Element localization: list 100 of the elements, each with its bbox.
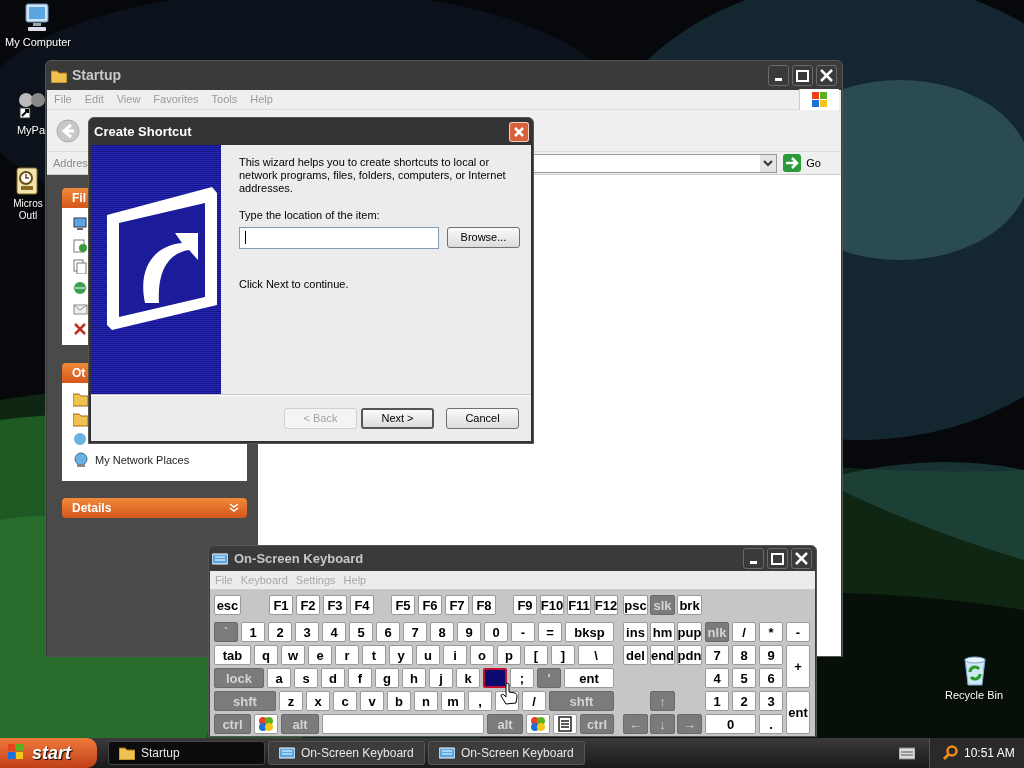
key[interactable]: F4	[350, 595, 374, 615]
key[interactable]: k	[456, 668, 480, 688]
key[interactable]: F3	[323, 595, 347, 615]
search-icon[interactable]	[942, 745, 958, 761]
taskbar-button[interactable]: Startup	[108, 741, 265, 765]
taskbar-button[interactable]: On-Screen Keyboard	[268, 741, 425, 765]
maximize-button[interactable]	[767, 548, 788, 569]
key[interactable]: end	[650, 645, 675, 665]
key[interactable]: [	[524, 645, 548, 665]
key[interactable]: p	[497, 645, 521, 665]
key[interactable]: u	[416, 645, 440, 665]
key[interactable]: 9	[457, 622, 481, 642]
key[interactable]: d	[321, 668, 345, 688]
key[interactable]: 4	[705, 668, 729, 688]
key[interactable]: 3	[759, 691, 783, 711]
minimize-button[interactable]	[768, 65, 789, 86]
close-button[interactable]	[791, 548, 812, 569]
key[interactable]: ;	[510, 668, 534, 688]
key[interactable]: 6	[376, 622, 400, 642]
key[interactable]: F2	[296, 595, 320, 615]
key[interactable]: psc	[623, 595, 648, 615]
key[interactable]: y	[389, 645, 413, 665]
key[interactable]: z	[279, 691, 303, 711]
key[interactable]: .	[759, 714, 783, 734]
key[interactable]: h	[402, 668, 426, 688]
minimize-button[interactable]	[743, 548, 764, 569]
taskbar-button[interactable]: On-Screen Keyboard	[428, 741, 585, 765]
key[interactable]: esc	[214, 595, 241, 615]
key[interactable]: 0	[484, 622, 508, 642]
key[interactable]: F12	[594, 595, 618, 615]
key[interactable]	[254, 714, 278, 734]
close-button[interactable]	[816, 65, 837, 86]
browse-button[interactable]: Browse...	[447, 227, 520, 248]
icon-label[interactable]: MyPa	[16, 122, 46, 139]
key[interactable]: F10	[540, 595, 564, 615]
key[interactable]: r	[335, 645, 359, 665]
dialog-button[interactable]: Next >	[361, 408, 434, 429]
key[interactable]: 8	[430, 622, 454, 642]
key[interactable]: 6	[759, 668, 783, 688]
key[interactable]: F8	[472, 595, 496, 615]
key[interactable]: pdn	[677, 645, 702, 665]
key[interactable]: 9	[759, 645, 783, 665]
key[interactable]: 2	[732, 691, 756, 711]
key[interactable]: 2	[268, 622, 292, 642]
key[interactable]: q	[254, 645, 278, 665]
key[interactable]: F7	[445, 595, 469, 615]
keyboard-icon[interactable]	[899, 746, 915, 760]
key[interactable]: ent	[786, 691, 810, 734]
key[interactable]: del	[623, 645, 648, 665]
icon-label[interactable]: Micros	[13, 198, 43, 210]
key[interactable]: 5	[732, 668, 756, 688]
key[interactable]: n	[414, 691, 438, 711]
key[interactable]: *	[759, 622, 783, 642]
go-button[interactable]: Go	[806, 154, 821, 172]
key[interactable]: v	[360, 691, 384, 711]
key[interactable]: 8	[732, 645, 756, 665]
key[interactable]: o	[470, 645, 494, 665]
key[interactable]: /	[522, 691, 546, 711]
key[interactable]: 1	[241, 622, 265, 642]
key[interactable]: 7	[403, 622, 427, 642]
program-icon[interactable]	[16, 90, 46, 122]
icon-label[interactable]: Recycle Bin	[944, 687, 1004, 704]
key[interactable]: ins	[623, 622, 648, 642]
key[interactable]: +	[786, 645, 810, 688]
key[interactable]: g	[375, 668, 399, 688]
key[interactable]: brk	[677, 595, 702, 615]
key[interactable]: t	[362, 645, 386, 665]
key[interactable]: F11	[567, 595, 591, 615]
key[interactable]: 0	[705, 714, 756, 734]
key[interactable]: 3	[295, 622, 319, 642]
start-button[interactable]: start	[0, 738, 97, 768]
panel-link[interactable]: My Network Places	[95, 452, 190, 469]
key[interactable]: b	[387, 691, 411, 711]
key[interactable]: -	[786, 622, 810, 642]
key[interactable]: =	[538, 622, 562, 642]
key[interactable]: a	[267, 668, 291, 688]
dialog-button[interactable]: Cancel	[446, 408, 519, 429]
key[interactable]: ,	[468, 691, 492, 711]
icon-label[interactable]: My Computer	[5, 34, 71, 51]
key[interactable]	[526, 714, 550, 734]
icon-label[interactable]: Outl	[18, 210, 38, 222]
key[interactable]: f	[348, 668, 372, 688]
key[interactable]: j	[429, 668, 453, 688]
key[interactable]: pup	[677, 622, 702, 642]
key[interactable]: hm	[650, 622, 675, 642]
key[interactable]: bksp	[565, 622, 614, 642]
key[interactable]: 4	[322, 622, 346, 642]
key[interactable]: F9	[513, 595, 537, 615]
key[interactable]: ]	[551, 645, 575, 665]
key[interactable]	[553, 714, 577, 734]
key[interactable]: i	[443, 645, 467, 665]
key[interactable]	[483, 668, 507, 688]
key[interactable]: s	[294, 668, 318, 688]
key[interactable]: -	[511, 622, 535, 642]
key[interactable]: e	[308, 645, 332, 665]
key[interactable]: F6	[418, 595, 442, 615]
location-field[interactable]	[239, 226, 439, 249]
key[interactable]: tab	[214, 645, 251, 665]
key[interactable]: ent	[564, 668, 614, 688]
key[interactable]: 1	[705, 691, 729, 711]
